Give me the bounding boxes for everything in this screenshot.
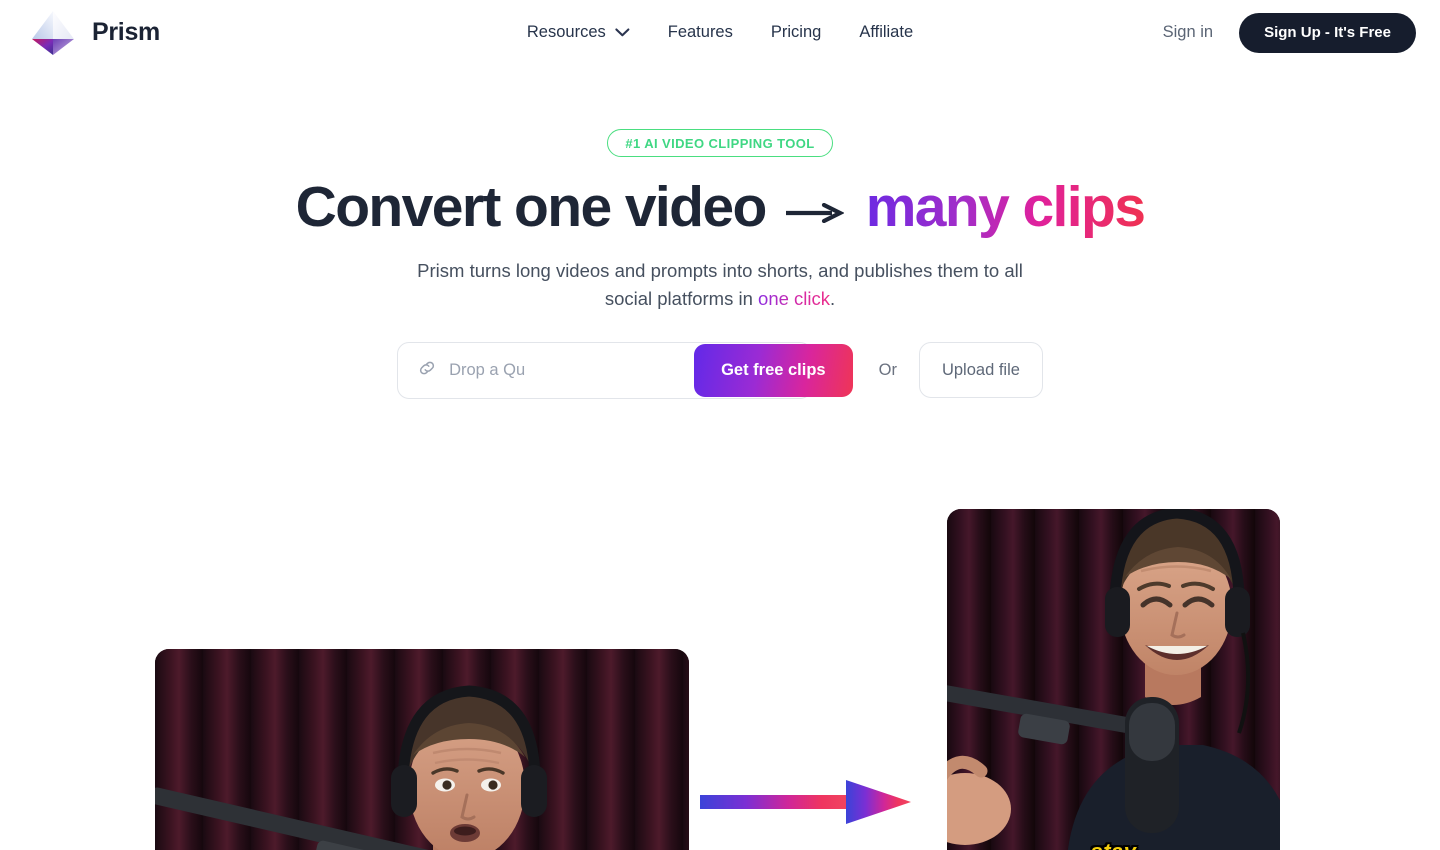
link-chain-icon (417, 358, 437, 383)
brand-logo-link[interactable]: Prism (28, 6, 160, 60)
arrow-right-icon (784, 174, 845, 236)
nav-link-features-label: Features (667, 23, 733, 41)
output-clip-scene: stay (947, 508, 1280, 850)
nav-link-pricing-label: Pricing (770, 23, 822, 41)
chevron-down-icon (615, 23, 630, 42)
source-video-thumbnail[interactable] (155, 648, 689, 850)
primary-nav-links: Resources Features Pricing Affiliate (527, 23, 913, 42)
nav-link-resources-label: Resources (526, 23, 606, 41)
brand-name-text: Prism (92, 18, 160, 46)
subtitle-highlight: one click (758, 288, 831, 310)
hero-section: #1 AI VIDEO CLIPPING TOOL Convert one vi… (0, 65, 1440, 399)
nav-link-features[interactable]: Features (668, 23, 733, 42)
output-clip-thumbnail[interactable]: stay (947, 508, 1280, 850)
headline-accent-text: many clips (865, 175, 1146, 239)
clip-caption-text: stay (1090, 839, 1136, 850)
subtitle-text-end: . (830, 288, 836, 310)
hero-input-form: Get free clips Or Upload file (0, 341, 1440, 399)
top-navigation-bar: Prism Resources Features Pricing Affilia… (0, 0, 1440, 65)
upload-file-button[interactable]: Upload file (918, 342, 1043, 399)
nav-link-pricing[interactable]: Pricing (771, 23, 821, 42)
hero-subtitle: Prism turns long videos and prompts into… (400, 257, 1040, 314)
sign-up-button[interactable]: Sign Up - It's Free (1239, 12, 1416, 53)
page-title: Convert one video many clips (0, 174, 1440, 239)
showcase-section: stay (0, 471, 1440, 850)
subtitle-text-start: Prism turns long videos and prompts into… (417, 259, 1023, 310)
or-separator-label: Or (878, 360, 897, 379)
source-video-scene (155, 648, 689, 850)
nav-link-affiliate-label: Affiliate (859, 23, 914, 41)
nav-auth-actions: Sign in Sign Up - It's Free (1163, 12, 1416, 53)
nav-link-resources[interactable]: Resources (527, 23, 630, 42)
prism-octahedron-logo-icon (28, 6, 78, 60)
headline-primary-text: Convert one video (295, 175, 768, 239)
search-input[interactable] (449, 360, 680, 380)
podcast-guest-illustration (155, 685, 547, 850)
gradient-right-arrow-icon (700, 779, 912, 825)
status-badge: #1 AI VIDEO CLIPPING TOOL (607, 129, 833, 157)
sign-in-link[interactable]: Sign in (1163, 23, 1213, 42)
nav-link-affiliate[interactable]: Affiliate (859, 23, 913, 42)
podcast-guest-laughing-illustration (947, 508, 1280, 850)
get-free-clips-button[interactable]: Get free clips (694, 343, 853, 397)
